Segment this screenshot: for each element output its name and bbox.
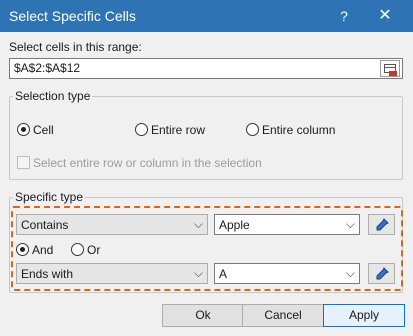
window-title: Select Specific Cells xyxy=(9,8,136,24)
condition2-pick-button[interactable] xyxy=(368,263,395,284)
condition1-operator-value: Contains xyxy=(21,218,69,232)
eyedropper-icon xyxy=(376,267,389,280)
close-button[interactable]: ✕ xyxy=(365,0,405,32)
condition1-value-select[interactable]: Apple ⌵ xyxy=(214,214,360,235)
select-entire-checkbox[interactable] xyxy=(17,156,30,169)
radio-entire-row[interactable] xyxy=(135,123,148,136)
condition1-pick-button[interactable] xyxy=(368,214,395,235)
radio-and-label[interactable]: And xyxy=(32,243,53,257)
radio-entire-row-label[interactable]: Entire row xyxy=(151,123,205,137)
condition1-value: Apple xyxy=(219,218,250,232)
radio-or[interactable] xyxy=(71,243,84,256)
specific-type-legend: Specific type xyxy=(13,190,86,204)
radio-cell[interactable] xyxy=(17,123,30,136)
condition1-operator-select[interactable]: Contains ⌵ xyxy=(16,214,208,235)
chevron-down-icon: ⌵ xyxy=(345,266,355,280)
range-input[interactable]: $A$2:$A$12 xyxy=(9,58,403,79)
radio-or-label[interactable]: Or xyxy=(87,243,100,257)
condition2-operator-select[interactable]: Ends with ⌵ xyxy=(16,263,208,284)
chevron-down-icon: ⌵ xyxy=(345,217,355,231)
selection-type-legend: Selection type xyxy=(13,89,93,103)
apply-button[interactable]: Apply xyxy=(323,304,405,327)
chevron-down-icon: ⌵ xyxy=(193,266,203,280)
cancel-button[interactable]: Cancel xyxy=(242,304,324,327)
help-button[interactable]: ? xyxy=(324,0,364,32)
radio-cell-label[interactable]: Cell xyxy=(33,123,54,137)
radio-and[interactable] xyxy=(16,243,29,256)
select-entire-checkbox-label: Select entire row or column in the selec… xyxy=(33,156,262,170)
eyedropper-icon xyxy=(376,218,389,231)
ok-button[interactable]: Ok xyxy=(162,304,244,327)
range-label: Select cells in this range: xyxy=(9,40,142,54)
radio-entire-column-label[interactable]: Entire column xyxy=(262,123,335,137)
radio-entire-column[interactable] xyxy=(246,123,259,136)
title-bar: Select Specific Cells ? ✕ xyxy=(0,0,413,32)
condition2-value: A xyxy=(219,267,228,281)
range-select-button[interactable] xyxy=(380,60,400,77)
condition2-value-select[interactable]: A ⌵ xyxy=(214,263,360,284)
condition2-operator-value: Ends with xyxy=(21,267,74,281)
chevron-down-icon: ⌵ xyxy=(193,217,203,231)
